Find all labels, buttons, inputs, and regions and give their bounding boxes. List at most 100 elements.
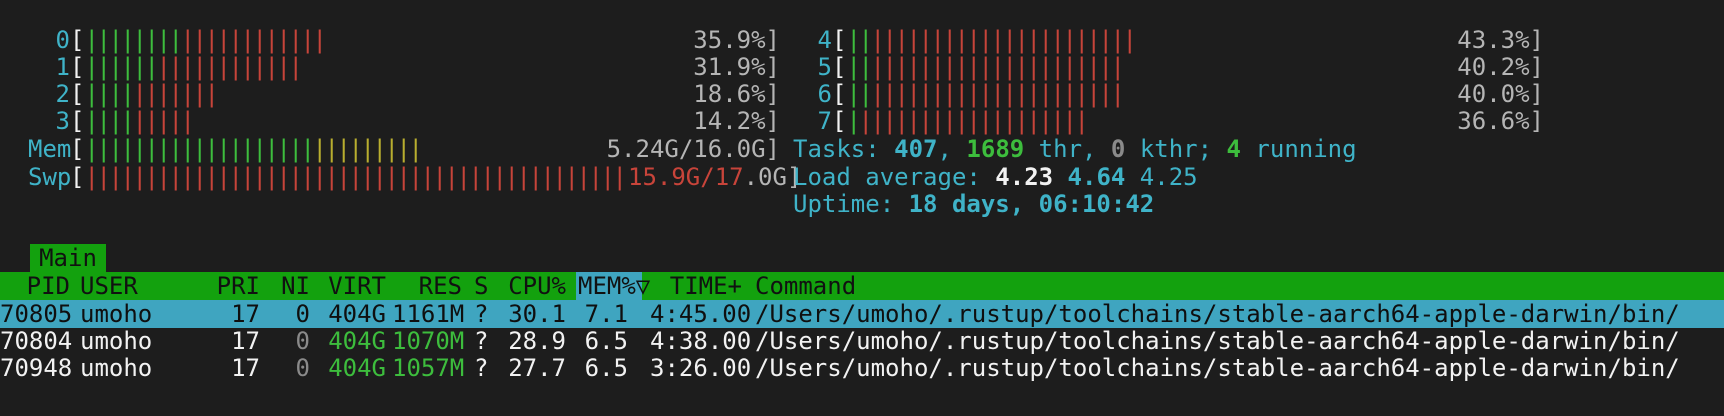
meter-bar-segment: |: [942, 80, 957, 108]
meter-bar-segment: |: [264, 53, 279, 81]
meter-bar-segment: |: [444, 163, 459, 191]
cell-mem: 6.5: [584, 327, 628, 355]
meter-bar-segment: |: [252, 135, 267, 163]
meter-bar-segment: |: [108, 135, 123, 163]
meter-bar-segment: |: [144, 80, 159, 108]
meter-bar-segment: |: [1002, 80, 1017, 108]
meter-bar-segment: |: [942, 26, 957, 54]
meter-bar-segment: |: [978, 107, 993, 135]
meter-bar-segment: |: [540, 163, 555, 191]
meter-bar-segment: |: [552, 163, 567, 191]
col-cpu[interactable]: CPU%: [500, 272, 566, 300]
meter-label: 0: [55, 26, 70, 54]
meter-bar-segment: |: [528, 163, 543, 191]
meter-bar-segment: |: [990, 80, 1005, 108]
cell-ni: 0: [295, 300, 310, 328]
cell-s: ?: [474, 300, 489, 328]
meter-bar-segment: |: [906, 53, 921, 81]
cell-res: 1057M: [392, 354, 465, 382]
meter-bar-segment: |: [408, 163, 423, 191]
meter-bar-segment: |: [168, 163, 183, 191]
meter-bars: ||||||||||||||||||||: [846, 106, 1088, 136]
meter-bar-segment: |: [858, 53, 873, 81]
meter-bar-segment: |: [96, 26, 111, 54]
table-row[interactable]: 70948 umoho 17 0 404G 1057M? 27.7 6.5 3:26.00/Us…: [0, 354, 1724, 382]
meter-bar-segment: |: [396, 135, 411, 163]
meter-open-bracket: [: [70, 80, 85, 108]
meter-bar-segment: |: [930, 80, 945, 108]
col-mem-sorted[interactable]: MEM%▽: [576, 272, 650, 300]
meter-bar-segment: |: [168, 135, 183, 163]
meter-bar-segment: |: [204, 163, 219, 191]
table-row[interactable]: 70804 umoho 17 0 404G 1070M? 28.9 6.5 4:38.00/Us…: [0, 327, 1724, 355]
col-command[interactable]: Command: [755, 272, 856, 300]
meter-bar-segment: |: [180, 80, 195, 108]
meter-bar-segment: |: [192, 163, 207, 191]
col-user[interactable]: USER: [80, 272, 138, 300]
meter-bar-segment: |: [228, 26, 243, 54]
meter-open-bracket: [: [70, 135, 85, 163]
meter-bar-segment: |: [96, 53, 111, 81]
meter-bar-segment: |: [1062, 26, 1077, 54]
meter-bar-segment: |: [180, 26, 195, 54]
meter-bar-segment: |: [300, 26, 315, 54]
meter-bar-segment: |: [180, 53, 195, 81]
kthr-count: 0: [1110, 135, 1126, 163]
col-s[interactable]: S: [474, 272, 488, 300]
cell-command: /Users/umoho/.rustup/toolchains/stable-a…: [755, 327, 1680, 355]
running-label: running: [1240, 135, 1357, 163]
meter-bar-segment: |: [942, 53, 957, 81]
meter-bar-segment: |: [228, 53, 243, 81]
tab-main[interactable]: Main: [30, 244, 106, 272]
col-ni[interactable]: NI: [268, 272, 310, 300]
meter-bar-segment: |: [108, 26, 123, 54]
meter-bar-segment: |: [96, 107, 111, 135]
meter-bar-segment: |: [492, 163, 507, 191]
meter-bars: |||||||||||||||||||||||: [846, 52, 1124, 82]
meter-bar-segment: |: [216, 163, 231, 191]
meter-open-bracket: [: [832, 53, 847, 81]
meter-bar-segment: |: [288, 26, 303, 54]
meter-bar-segment: |: [990, 107, 1005, 135]
meter-bar-segment: |: [1122, 26, 1137, 54]
meter-bar-segment: |: [360, 163, 375, 191]
htop-terminal: 0[|||||||||||||||||||| 35.9%] 1[||||||||||…: [0, 0, 1724, 416]
meter-bar-segment: |: [1050, 53, 1065, 81]
col-time[interactable]: TIME+: [650, 272, 742, 300]
meter-bar-segment: |: [1050, 80, 1065, 108]
col-virt[interactable]: VIRT: [318, 272, 386, 300]
swap-meter: Swp[||||||||||||||||||||||||||||||||||||…: [28, 162, 627, 192]
meter-bar-segment: |: [228, 135, 243, 163]
meter-bar-segment: |: [96, 163, 111, 191]
col-pid[interactable]: PID: [0, 272, 70, 300]
meter-bar-segment: |: [1050, 26, 1065, 54]
meter-bar-segment: |: [156, 53, 171, 81]
meter-bar-segment: |: [420, 163, 435, 191]
cpu-meter-3: 3[|||||||||: [28, 106, 195, 136]
meter-bar-segment: |: [978, 53, 993, 81]
meter-open-bracket: [: [70, 53, 85, 81]
meter-bar-segment: |: [192, 135, 207, 163]
meter-bar-segment: |: [894, 26, 909, 54]
meter-bar-segment: |: [918, 26, 933, 54]
meter-open-bracket: [: [832, 107, 847, 135]
meter-bar-segment: |: [192, 26, 207, 54]
cell-pid: 70805: [0, 300, 73, 328]
meter-bars: |||||||||||||||||||||||: [846, 79, 1124, 109]
meter-bar-segment: |: [954, 53, 969, 81]
meter-value: 35.9%]: [693, 26, 780, 54]
table-row[interactable]: 70805 umoho 17 0 404G 1161M? 30.1 7.1 4:45.00/Us…: [0, 300, 1724, 328]
meter-bar-segment: |: [168, 107, 183, 135]
meter-bar-segment: |: [96, 80, 111, 108]
swap-bars: ||||||||||||||||||||||||||||||||||||||||…: [84, 162, 626, 192]
cell-time: 4:38.00: [650, 327, 752, 355]
meter-label: 5: [817, 53, 832, 81]
meter-bar-segment: |: [372, 163, 387, 191]
meter-bar-segment: |: [480, 163, 495, 191]
meter-bars: ||||||||||||||||||: [84, 52, 302, 82]
col-pri[interactable]: PRI: [200, 272, 260, 300]
meter-bar-segment: |: [180, 163, 195, 191]
col-res[interactable]: RES: [392, 272, 462, 300]
meter-bar-segment: |: [870, 107, 885, 135]
meter-bar-segment: |: [276, 135, 291, 163]
